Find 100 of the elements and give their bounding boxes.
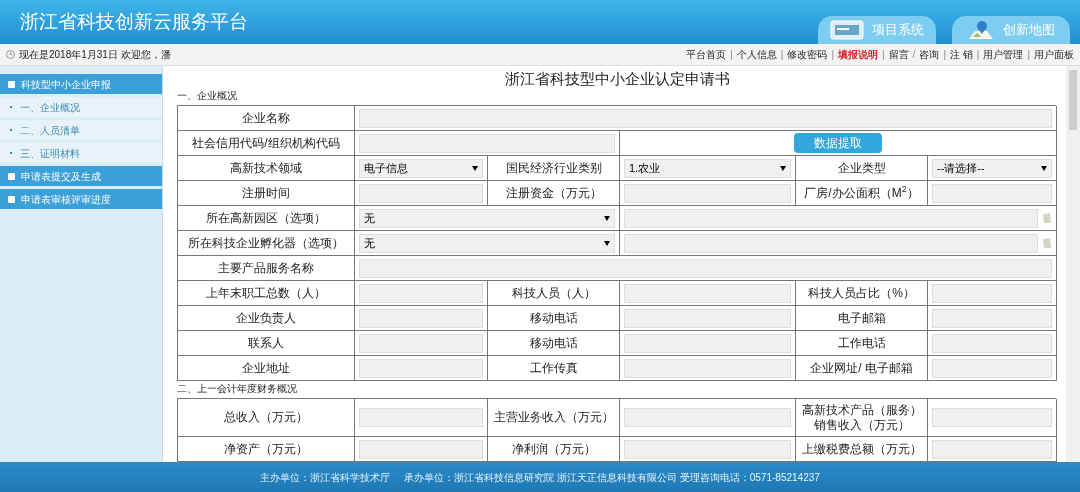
field-label: 移动电话 <box>529 335 578 351</box>
section-heading: 一、企业概况 <box>177 89 238 103</box>
nav-link[interactable]: 个人信息 <box>736 47 777 62</box>
input-field[interactable] <box>359 358 483 378</box>
note-icon[interactable] <box>1042 237 1052 249</box>
input-field[interactable] <box>932 283 1052 303</box>
field-label: 高新技术领域 <box>230 160 302 176</box>
dropdown-field[interactable]: 无 <box>359 208 615 228</box>
input-field[interactable] <box>624 308 791 328</box>
input-field[interactable] <box>359 333 483 353</box>
field-label: 净利润（万元） <box>511 441 596 457</box>
nav-link[interactable]: 咨询 <box>919 47 940 62</box>
field-label: 厂房/办公面积（M$^{2}$） <box>804 185 919 201</box>
field-label: 所在高新园区（选项） <box>206 210 326 226</box>
link-separator: | <box>882 48 885 62</box>
input-field[interactable] <box>359 283 483 303</box>
field-label: 上年末职工总数（人） <box>206 285 326 301</box>
map-pin-icon <box>967 19 995 41</box>
caret-icon <box>604 215 610 221</box>
field-label: 社会信用代码/组织机构代码 <box>192 135 340 151</box>
input-field[interactable] <box>624 283 791 303</box>
caret-icon <box>604 240 610 246</box>
note-icon[interactable] <box>1042 212 1052 224</box>
plus-icon <box>8 80 15 88</box>
field-label: 企业地址 <box>242 360 290 376</box>
link-separator: | <box>831 48 834 62</box>
sidebar-item[interactable]: 三、证明材料 <box>0 143 162 163</box>
plus-icon <box>8 195 15 203</box>
input-field[interactable] <box>624 233 1038 253</box>
field-label: 国民经济行业类别 <box>505 160 602 176</box>
scrollbar[interactable] <box>1066 66 1080 462</box>
welcome-text: 现在是2018年1月31日 欢迎您，潘 <box>19 48 171 62</box>
dropdown-field[interactable]: 电子信息 <box>359 158 483 178</box>
clock-icon <box>6 50 15 59</box>
footer-text: 主办单位：浙江省科学技术厅 <box>260 470 391 485</box>
field-label: 总收入（万元） <box>224 410 308 425</box>
nav-link[interactable]: 用户面板 <box>1034 47 1074 62</box>
link-separator: / <box>912 48 916 62</box>
field-label: 电子邮箱 <box>837 310 886 326</box>
field-label: 主营业务收入（万元） <box>493 410 614 425</box>
nav-link[interactable]: 留言 <box>888 47 909 62</box>
field-label: 工作电话 <box>837 335 886 351</box>
field-label: 企业负责人 <box>236 310 296 326</box>
field-label: 主要产品服务名称 <box>218 260 314 276</box>
field-label: 科技人员占比（%） <box>808 285 915 301</box>
field-label: 联系人 <box>248 335 284 351</box>
input-field[interactable] <box>359 108 1052 128</box>
sidebar-item[interactable]: 一、企业概况 <box>0 97 162 117</box>
input-field[interactable] <box>624 358 791 378</box>
nav-link[interactable]: 用户管理 <box>983 47 1024 62</box>
field-label: 企业名称 <box>242 110 290 126</box>
field-label: 注册时间 <box>242 185 290 201</box>
form-title: 浙江省科技型中小企业认定申请书 <box>504 70 731 88</box>
input-field[interactable] <box>932 183 1052 203</box>
field-label: 企业网址/ 电子邮箱 <box>810 360 913 376</box>
input-field[interactable] <box>359 258 1052 278</box>
field-label: 净资产（万元） <box>224 441 308 457</box>
input-field[interactable] <box>359 183 483 203</box>
input-field[interactable] <box>359 408 483 427</box>
field-label: 科技人员（人） <box>511 285 596 301</box>
link-separator: | <box>976 48 980 62</box>
sidebar-item[interactable]: 二、人员清单 <box>0 120 162 140</box>
input-field[interactable] <box>932 358 1052 378</box>
input-field[interactable] <box>624 208 1038 228</box>
field-label: 工作传真 <box>529 360 578 376</box>
dropdown-field[interactable]: 1.农业 <box>624 158 791 178</box>
field-label: 注册资金（万元） <box>505 185 602 201</box>
link-separator: | <box>1027 48 1030 62</box>
link-separator: | <box>943 48 946 62</box>
plus-icon <box>8 172 15 180</box>
monitor-icon <box>830 20 864 40</box>
input-field[interactable] <box>932 439 1052 459</box>
nav-link[interactable]: 修改密码 <box>787 47 828 62</box>
input-field[interactable] <box>932 308 1052 328</box>
input-field[interactable] <box>624 408 791 427</box>
input-field[interactable] <box>359 439 483 459</box>
footer-text: 承办单位：浙江省科技信息研究院 浙江天正信息科技有限公司 受理咨询电话：0571-85214237 <box>404 470 820 485</box>
dropdown-field[interactable]: --请选择-- <box>932 158 1052 178</box>
caret-icon <box>472 165 478 171</box>
field-label: 移动电话 <box>529 310 578 326</box>
link-separator: | <box>730 48 733 62</box>
nav-link[interactable]: 平台首页 <box>686 47 727 62</box>
nav-link[interactable]: 填报说明 <box>838 47 878 62</box>
input-field[interactable] <box>624 183 791 203</box>
field-label: 企业类型 <box>837 160 886 176</box>
field-label: 上缴税费总额（万元） <box>801 441 922 457</box>
input-field[interactable] <box>932 408 1052 427</box>
site-title: 浙江省科技创新云服务平台 <box>20 9 248 34</box>
input-field[interactable] <box>359 308 483 328</box>
nav-link[interactable]: 注 销 <box>950 47 973 62</box>
caret-icon <box>1041 165 1047 171</box>
field-label: 高新技术产品（服务）销售收入（万元） <box>800 402 923 433</box>
input-field[interactable] <box>624 439 791 459</box>
input-field[interactable] <box>932 333 1052 353</box>
input-field[interactable] <box>359 133 615 153</box>
section-heading: 二、上一会计年度财务概况 <box>177 382 298 396</box>
link-separator: | <box>780 48 784 62</box>
input-field[interactable] <box>624 333 791 353</box>
dropdown-field[interactable]: 无 <box>359 233 615 253</box>
caret-icon <box>780 165 786 171</box>
